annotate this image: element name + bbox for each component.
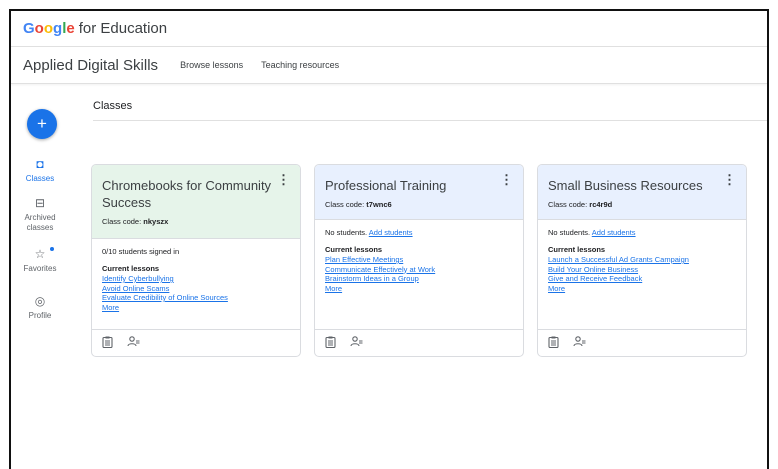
class-code-value: nkyszx	[143, 217, 169, 226]
lesson-link[interactable]: Evaluate Credibility of Online Sources	[102, 293, 290, 303]
logo-letter: o	[34, 20, 44, 37]
create-class-button[interactable]: +	[27, 109, 57, 139]
more-lessons-link[interactable]: More	[325, 284, 513, 294]
app-title[interactable]: Applied Digital Skills	[23, 57, 158, 74]
students-status: 0/10 students signed in	[102, 247, 290, 257]
logo-letter: e	[66, 20, 75, 37]
logo-letter: G	[23, 20, 35, 37]
class-card-header[interactable]: Small Business Resources Class code: rc4…	[538, 165, 746, 220]
class-title[interactable]: Professional Training	[325, 177, 503, 194]
students-text: 0/10 students signed in	[102, 247, 180, 256]
class-icon: ◘	[36, 157, 44, 171]
class-code-label: Class code:	[548, 200, 588, 209]
class-code-label: Class code:	[102, 217, 142, 226]
current-lessons-heading: Current lessons	[325, 244, 383, 254]
sidebar-item-label: Profile	[28, 311, 52, 320]
for-education-label: for Education	[78, 20, 168, 37]
divider	[93, 120, 767, 121]
class-title[interactable]: Small Business Resources	[548, 177, 726, 194]
lesson-link[interactable]: Brainstorm Ideas in a Group	[325, 274, 513, 284]
sidebar-item-label: Favorites	[23, 264, 57, 273]
archive-icon: ⊟	[34, 196, 46, 210]
logo-letter: o	[43, 20, 54, 37]
class-card[interactable]: Professional Training Class code: t7wnc6…	[314, 164, 524, 357]
add-students-link[interactable]: Add students	[369, 228, 413, 237]
lesson-link[interactable]: Identify Cyberbullying	[102, 274, 290, 284]
browser-viewport: Google for Education Applied Digital Ski…	[9, 9, 769, 469]
class-code: Class code: t7wnc6	[325, 200, 503, 209]
google-for-education-bar: Google for Education	[11, 11, 767, 47]
nav-browse-lessons[interactable]: Browse lessons	[180, 60, 243, 70]
app-header: Applied Digital Skills Browse lessons Te…	[11, 47, 767, 84]
add-students-link[interactable]: Add students	[592, 228, 636, 237]
lesson-link[interactable]: Communicate Effectively at Work	[325, 265, 513, 275]
more-vert-icon[interactable]: ⋮	[277, 173, 290, 186]
current-lessons-heading: Current lessons	[548, 244, 606, 254]
class-card-footer	[92, 329, 300, 356]
students-status: No students. Add students	[548, 228, 736, 238]
more-lessons-link[interactable]: More	[102, 303, 290, 313]
google-logo[interactable]: Google	[23, 20, 75, 37]
notification-dot	[50, 247, 54, 251]
manage-students-icon[interactable]	[127, 336, 140, 350]
sidebar-item-favorites[interactable]: ☆ Favorites	[15, 247, 65, 274]
sidebar-item-label: Classes	[25, 174, 55, 183]
sidebar-item-archived[interactable]: ⊟ Archived classes	[15, 197, 65, 233]
more-lessons-link[interactable]: More	[548, 284, 736, 294]
class-card-footer	[315, 329, 523, 356]
clipboard-icon[interactable]	[102, 336, 113, 351]
clipboard-icon[interactable]	[325, 336, 336, 351]
class-card-body: 0/10 students signed in Current lessons …	[92, 239, 300, 312]
manage-students-icon[interactable]	[350, 336, 363, 350]
sidebar-item-profile[interactable]: ◎ Profile	[15, 295, 65, 321]
students-text: No students.	[548, 228, 591, 237]
class-card[interactable]: Small Business Resources Class code: rc4…	[537, 164, 747, 357]
class-card-body: No students. Add students Current lesson…	[315, 220, 523, 293]
sidebar-item-classes[interactable]: ◘ Classes	[15, 158, 65, 184]
profile-icon: ◎	[34, 294, 46, 308]
class-code-value: t7wnc6	[366, 200, 392, 209]
lesson-link[interactable]: Give and Receive Feedback	[548, 274, 736, 284]
class-card[interactable]: Chromebooks for Community Success Class …	[91, 164, 301, 357]
more-vert-icon[interactable]: ⋮	[723, 173, 736, 186]
lesson-link[interactable]: Plan Effective Meetings	[325, 255, 513, 265]
class-code-value: rc4r9d	[589, 200, 613, 209]
lesson-link[interactable]: Launch a Successful Ad Grants Campaign	[548, 255, 736, 265]
class-code: Class code: nkyszx	[102, 217, 280, 226]
lesson-link[interactable]: Avoid Online Scams	[102, 284, 290, 294]
class-card-header[interactable]: Chromebooks for Community Success Class …	[92, 165, 300, 239]
class-title[interactable]: Chromebooks for Community Success	[102, 177, 280, 211]
students-text: No students.	[325, 228, 368, 237]
clipboard-icon[interactable]	[548, 336, 559, 351]
class-card-body: No students. Add students Current lesson…	[538, 220, 746, 293]
current-lessons-heading: Current lessons	[102, 263, 160, 273]
class-code-label: Class code:	[325, 200, 365, 209]
sidebar-item-label: Archived classes	[24, 213, 56, 232]
star-icon: ☆	[34, 247, 46, 261]
nav-teaching-resources[interactable]: Teaching resources	[261, 60, 339, 70]
more-vert-icon[interactable]: ⋮	[500, 173, 513, 186]
manage-students-icon[interactable]	[573, 336, 586, 350]
class-card-header[interactable]: Professional Training Class code: t7wnc6…	[315, 165, 523, 220]
page-title: Classes	[93, 100, 133, 112]
class-card-footer	[538, 329, 746, 356]
lesson-link[interactable]: Build Your Online Business	[548, 265, 736, 275]
students-status: No students. Add students	[325, 228, 513, 238]
logo-letter: g	[53, 20, 63, 37]
class-code: Class code: rc4r9d	[548, 200, 726, 209]
